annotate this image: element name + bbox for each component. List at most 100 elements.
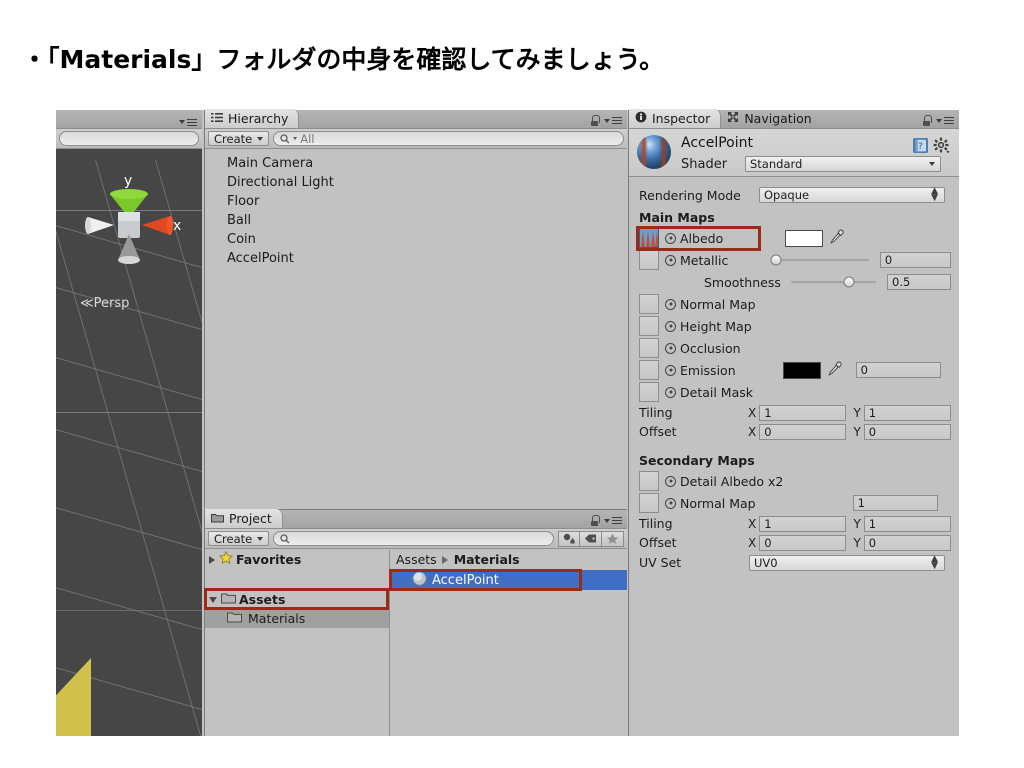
- emission-color-swatch[interactable]: [782, 361, 821, 379]
- normal-map-picker-icon[interactable]: [665, 298, 676, 310]
- rendering-mode-label: Rendering Mode: [639, 187, 741, 203]
- secondary-normal-map-value-field[interactable]: 1: [852, 495, 938, 511]
- emission-value-field[interactable]: 0: [855, 362, 941, 378]
- breadcrumb-current: Materials: [453, 552, 520, 567]
- main-tiling-x-field[interactable]: 1: [759, 404, 847, 421]
- detail-albedo-picker-icon[interactable]: [665, 475, 676, 487]
- filter-by-type-icon[interactable]: [558, 530, 580, 547]
- detail-mask-row[interactable]: Detail Mask: [639, 381, 951, 403]
- detail-mask-texture-slot[interactable]: [639, 382, 659, 402]
- main-tiling-row: Tiling X 1 Y 1: [639, 403, 952, 422]
- height-map-texture-slot[interactable]: [639, 316, 659, 336]
- help-book-icon[interactable]: ?: [912, 137, 929, 157]
- detail-mask-picker-icon[interactable]: [665, 386, 676, 398]
- project-create-label: Create: [214, 531, 253, 546]
- albedo-color-swatch[interactable]: [785, 229, 824, 247]
- lock-icon[interactable]: [922, 115, 932, 126]
- secondary-normal-map-texture-slot[interactable]: [639, 493, 659, 513]
- smoothness-slider[interactable]: [790, 276, 877, 288]
- tab-hierarchy[interactable]: Hierarchy: [205, 109, 300, 128]
- scene-orientation-gizmo[interactable]: y x: [74, 168, 184, 278]
- emission-row[interactable]: Emission 0: [639, 359, 951, 381]
- detail-albedo-texture-slot[interactable]: [639, 471, 659, 491]
- unity-editor-window: y x ≪Persp Hierarchy Create All Main Cam…: [56, 109, 959, 736]
- asset-item-accelpoint[interactable]: AccelPoint: [390, 570, 627, 590]
- project-tree-label: Assets: [239, 592, 286, 607]
- height-map-picker-icon[interactable]: [665, 320, 676, 332]
- scene-viewport[interactable]: y x ≪Persp: [56, 150, 202, 736]
- hierarchy-create-button[interactable]: Create: [208, 131, 270, 146]
- tab-inspector[interactable]: Inspector: [629, 109, 722, 128]
- emission-texture-slot[interactable]: [639, 360, 659, 380]
- hierarchy-list[interactable]: Main Camera Directional Light Floor Ball…: [205, 150, 627, 508]
- panel-menu-icon[interactable]: [936, 116, 954, 125]
- project-tree-item-materials[interactable]: Materials: [205, 609, 389, 628]
- secondary-tiling-x-field[interactable]: 1: [759, 515, 847, 532]
- tab-project-label: Project: [229, 511, 272, 526]
- main-offset-x-field[interactable]: 0: [759, 423, 847, 440]
- project-search-input[interactable]: [273, 531, 554, 546]
- height-map-row[interactable]: Height Map: [639, 315, 951, 337]
- scene-projection-label[interactable]: ≪Persp: [80, 296, 129, 311]
- normal-map-texture-slot[interactable]: [639, 294, 659, 314]
- occlusion-texture-slot[interactable]: [639, 338, 659, 358]
- folder-icon: [211, 511, 224, 526]
- smoothness-value-field[interactable]: 0.5: [887, 274, 951, 290]
- scene-search-input[interactable]: [59, 131, 199, 146]
- project-tree-item-favorites[interactable]: Favorites: [205, 550, 389, 569]
- albedo-row[interactable]: Albedo: [636, 226, 951, 251]
- hierarchy-item[interactable]: Floor: [205, 192, 627, 211]
- hierarchy-item[interactable]: Main Camera: [205, 154, 627, 173]
- project-tree-item-assets[interactable]: Assets: [205, 590, 389, 609]
- albedo-texture-thumbnail[interactable]: [639, 228, 659, 248]
- uv-set-dropdown[interactable]: UV0 ▲ ▼: [749, 554, 945, 571]
- hierarchy-search-input[interactable]: All: [273, 131, 624, 146]
- secondary-offset-x-field[interactable]: 0: [759, 534, 847, 551]
- panel-menu-icon[interactable]: [179, 118, 197, 126]
- filter-by-label-icon[interactable]: [580, 530, 602, 547]
- hierarchy-item[interactable]: Directional Light: [205, 173, 627, 192]
- chevron-right-icon[interactable]: [209, 555, 215, 564]
- rendering-mode-dropdown[interactable]: Opaque ▲ ▼: [759, 187, 945, 203]
- eyedropper-icon[interactable]: [829, 229, 845, 248]
- project-asset-browser[interactable]: Assets Materials AccelPoint: [389, 550, 627, 736]
- emission-picker-icon[interactable]: [665, 364, 676, 376]
- project-tree[interactable]: Favorites Assets Materials: [204, 550, 390, 736]
- lock-icon[interactable]: [590, 115, 600, 126]
- normal-map-row[interactable]: Normal Map: [639, 293, 951, 315]
- metallic-slider[interactable]: [770, 254, 869, 266]
- project-create-button[interactable]: Create: [208, 531, 270, 546]
- metallic-label: Metallic: [680, 252, 729, 268]
- hierarchy-item[interactable]: Coin: [205, 230, 627, 249]
- lock-icon[interactable]: [590, 515, 600, 526]
- secondary-normal-map-row[interactable]: Normal Map 1: [639, 492, 951, 514]
- metallic-texture-slot[interactable]: [639, 250, 659, 270]
- hierarchy-item[interactable]: Ball: [205, 211, 627, 230]
- secondary-normal-map-picker-icon[interactable]: [665, 497, 676, 509]
- panel-menu-icon[interactable]: [604, 516, 622, 525]
- main-tiling-y-field[interactable]: 1: [863, 404, 952, 421]
- hierarchy-item[interactable]: AccelPoint: [205, 249, 627, 268]
- favorites-star-icon[interactable]: [602, 530, 624, 547]
- albedo-picker-icon[interactable]: [665, 232, 676, 244]
- breadcrumb-root[interactable]: Assets: [396, 550, 437, 570]
- panel-menu-icon[interactable]: [604, 116, 622, 125]
- secondary-offset-y-field[interactable]: 0: [863, 534, 952, 551]
- inspector-tabbar: Inspector Navigation: [629, 109, 959, 129]
- smoothness-row[interactable]: Smoothness 0.5: [639, 271, 951, 293]
- main-offset-y-field[interactable]: 0: [863, 423, 952, 440]
- metallic-picker-icon[interactable]: [665, 254, 676, 266]
- tab-project[interactable]: Project: [205, 509, 283, 528]
- scene-view-toolrow: [56, 129, 202, 149]
- shader-dropdown[interactable]: Standard: [745, 156, 941, 172]
- tab-navigation[interactable]: Navigation: [721, 109, 821, 128]
- gear-icon[interactable]: [933, 137, 951, 157]
- occlusion-picker-icon[interactable]: [665, 342, 676, 354]
- metallic-value-field[interactable]: 0: [879, 252, 951, 268]
- secondary-tiling-y-field[interactable]: 1: [863, 515, 952, 532]
- eyedropper-icon[interactable]: [827, 361, 843, 380]
- metallic-row[interactable]: Metallic 0: [639, 249, 951, 271]
- chevron-down-icon[interactable]: [209, 596, 217, 603]
- detail-albedo-row[interactable]: Detail Albedo x2: [639, 470, 951, 492]
- occlusion-row[interactable]: Occlusion: [639, 337, 951, 359]
